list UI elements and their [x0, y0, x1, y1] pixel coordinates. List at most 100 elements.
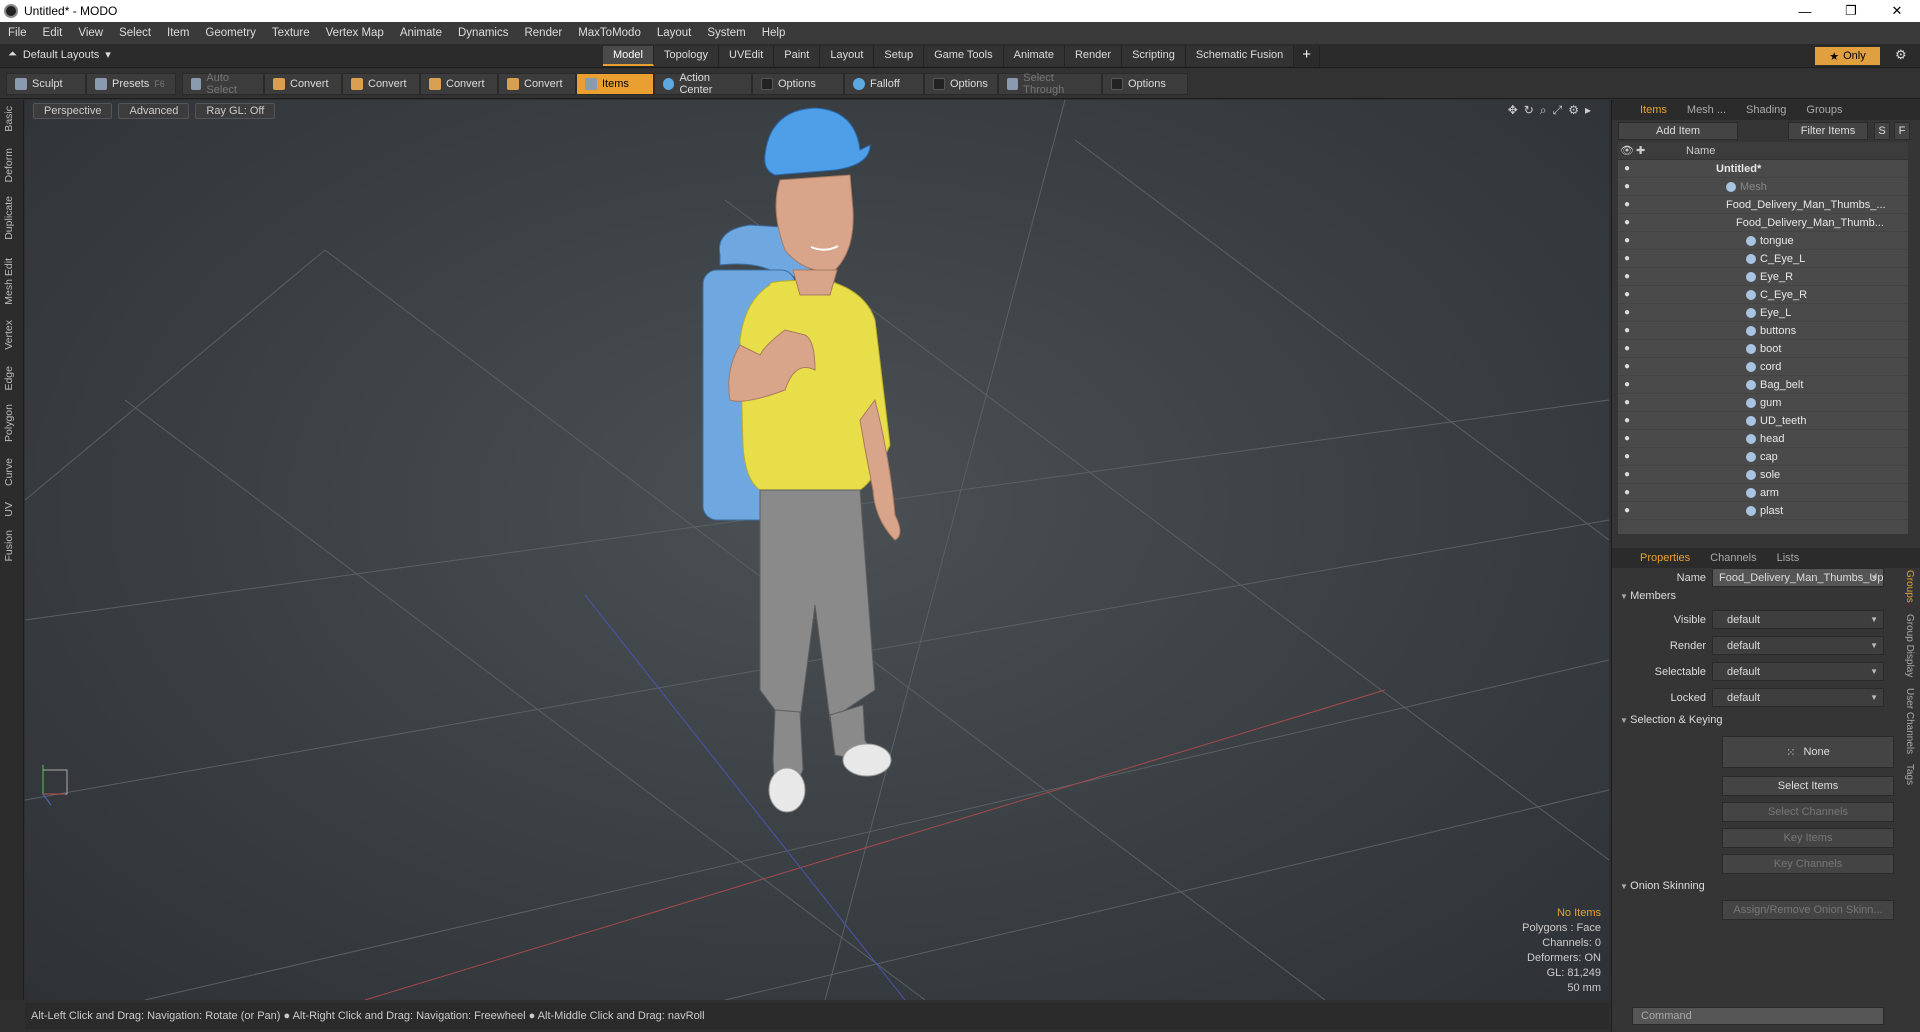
- tree-row-item[interactable]: ● arm: [1618, 484, 1908, 502]
- eye-icon[interactable]: ●: [1618, 433, 1636, 444]
- only-button[interactable]: ★ Only: [1815, 47, 1880, 65]
- select-channels-button[interactable]: Select Channels: [1722, 802, 1894, 822]
- menu-animate[interactable]: Animate: [392, 27, 450, 39]
- menu-help[interactable]: Help: [754, 27, 794, 39]
- convert-button-2[interactable]: Convert: [342, 72, 420, 95]
- auto-select-button[interactable]: Auto Select: [182, 72, 264, 96]
- eye-icon[interactable]: ●: [1618, 343, 1636, 354]
- tree-row-item[interactable]: ● buttons: [1618, 322, 1908, 340]
- tab-deform[interactable]: Deform: [3, 148, 15, 182]
- raygl-dropdown[interactable]: Ray GL: Off: [195, 103, 276, 119]
- eye-icon[interactable]: ●: [1618, 181, 1636, 192]
- menu-texture[interactable]: Texture: [264, 27, 318, 39]
- command-input[interactable]: Command: [1632, 1007, 1884, 1025]
- tab-properties[interactable]: Properties: [1630, 550, 1700, 566]
- tab-curve[interactable]: Curve: [3, 458, 15, 486]
- tab-animate[interactable]: Animate: [1003, 46, 1065, 66]
- s-button[interactable]: S: [1874, 122, 1890, 140]
- viewport-gear-icon[interactable]: ⚙: [1568, 103, 1579, 118]
- tab-uv[interactable]: UV: [3, 502, 15, 517]
- tree-row-item[interactable]: ● UD_teeth: [1618, 412, 1908, 430]
- assign-onion-button[interactable]: Assign/Remove Onion Skinn...: [1722, 900, 1894, 920]
- close-icon[interactable]: ✕: [1874, 0, 1920, 22]
- eye-icon[interactable]: ●: [1618, 451, 1636, 462]
- eye-icon[interactable]: ●: [1618, 361, 1636, 372]
- 3d-viewport[interactable]: Perspective Advanced Ray GL: Off ✥ ↻ ⌕ ⤢…: [25, 100, 1609, 1000]
- gear-icon[interactable]: ⚙: [1895, 47, 1907, 63]
- convert-button-3[interactable]: Convert: [420, 72, 498, 95]
- tab-topology[interactable]: Topology: [653, 46, 720, 66]
- tree-row-item[interactable]: ● Bag_belt: [1618, 376, 1908, 394]
- add-item-button[interactable]: Add Item: [1618, 122, 1738, 140]
- fit-view-icon[interactable]: ⤢: [1553, 103, 1563, 118]
- menu-file[interactable]: File: [0, 27, 35, 39]
- tree-row-item[interactable]: ● tongue: [1618, 232, 1908, 250]
- side-tab-group-display[interactable]: Group Display: [1904, 614, 1915, 677]
- tab-scripting[interactable]: Scripting: [1122, 46, 1186, 66]
- eye-icon[interactable]: ●: [1618, 289, 1636, 300]
- tree-row-item[interactable]: ● Eye_L: [1618, 304, 1908, 322]
- tab-layout[interactable]: Layout: [820, 46, 875, 66]
- default-layouts-dropdown[interactable]: ⏶ Default Layouts ▾: [8, 48, 111, 61]
- side-tab-tags[interactable]: Tags: [1904, 764, 1915, 785]
- sculpt-button[interactable]: Sculpt: [6, 72, 86, 95]
- tree-row-item[interactable]: ● head: [1618, 430, 1908, 448]
- tree-row-item[interactable]: ● plast: [1618, 502, 1908, 520]
- tab-game-tools[interactable]: Game Tools: [924, 46, 1004, 66]
- move-view-icon[interactable]: ✥: [1508, 103, 1518, 118]
- eye-icon[interactable]: ●: [1618, 469, 1636, 480]
- f-button[interactable]: F: [1894, 122, 1910, 140]
- eye-icon[interactable]: ●: [1618, 307, 1636, 318]
- menu-edit[interactable]: Edit: [35, 27, 71, 39]
- eye-icon[interactable]: ●: [1618, 379, 1636, 390]
- select-through-button[interactable]: Select Through: [998, 72, 1102, 96]
- tree-row-item[interactable]: ● cap: [1618, 448, 1908, 466]
- tab-mesh-edit[interactable]: Mesh Edit: [3, 258, 15, 305]
- onion-skinning-section[interactable]: Onion Skinning: [1620, 880, 1705, 892]
- minimize-icon[interactable]: —: [1782, 0, 1828, 22]
- locked-dropdown[interactable]: default: [1712, 688, 1884, 707]
- eye-icon[interactable]: ●: [1618, 487, 1636, 498]
- tree-row-item[interactable]: ● boot: [1618, 340, 1908, 358]
- options-button-3[interactable]: Options: [1102, 72, 1188, 95]
- tab-channels[interactable]: Channels: [1700, 550, 1766, 566]
- rotate-view-icon[interactable]: ↻: [1524, 103, 1534, 118]
- tree-row-item[interactable]: ● cord: [1618, 358, 1908, 376]
- tree-row-subgroup[interactable]: ● Food_Delivery_Man_Thumb...: [1618, 214, 1908, 232]
- tab-mesh[interactable]: Mesh ...: [1677, 102, 1736, 118]
- tree-row-item[interactable]: ● C_Eye_L: [1618, 250, 1908, 268]
- tab-lists[interactable]: Lists: [1767, 550, 1810, 566]
- tab-schematic-fusion[interactable]: Schematic Fusion: [1185, 46, 1295, 66]
- viewport-menu-icon[interactable]: ▸: [1585, 103, 1591, 118]
- tree-row-scene[interactable]: ● Untitled*: [1618, 160, 1908, 178]
- menu-maxtomodo[interactable]: MaxToModo: [570, 27, 649, 39]
- menu-vertex-map[interactable]: Vertex Map: [318, 27, 392, 39]
- tab-paint[interactable]: Paint: [774, 46, 821, 66]
- perspective-dropdown[interactable]: Perspective: [33, 103, 113, 119]
- tree-row-item[interactable]: ● Eye_R: [1618, 268, 1908, 286]
- menu-geometry[interactable]: Geometry: [197, 27, 264, 39]
- selectable-dropdown[interactable]: default: [1712, 662, 1884, 681]
- tab-shading[interactable]: Shading: [1736, 102, 1796, 118]
- tab-groups[interactable]: Groups: [1796, 102, 1852, 118]
- visible-dropdown[interactable]: default: [1712, 610, 1884, 629]
- tab-model[interactable]: Model: [603, 46, 654, 66]
- tab-items[interactable]: Items: [1630, 102, 1677, 118]
- menu-item[interactable]: Item: [159, 27, 197, 39]
- action-center-button[interactable]: Action Center: [654, 72, 752, 96]
- menu-layout[interactable]: Layout: [649, 27, 700, 39]
- eye-icon[interactable]: ●: [1618, 271, 1636, 282]
- tree-row-item[interactable]: ● gum: [1618, 394, 1908, 412]
- options-button-1[interactable]: Options: [752, 72, 844, 95]
- none-button[interactable]: ⁙ None: [1722, 736, 1894, 768]
- delivery-man-model[interactable]: [702, 107, 901, 813]
- tab-setup[interactable]: Setup: [874, 46, 925, 66]
- tab-vertex[interactable]: Vertex: [3, 320, 15, 350]
- menu-view[interactable]: View: [70, 27, 111, 39]
- presets-button[interactable]: Presets F6: [86, 72, 176, 95]
- tree-row-item[interactable]: ● sole: [1618, 466, 1908, 484]
- zoom-view-icon[interactable]: ⌕: [1540, 103, 1547, 118]
- side-tab-groups[interactable]: Groups: [1904, 570, 1915, 603]
- eye-icon[interactable]: ●: [1618, 325, 1636, 336]
- eye-icon[interactable]: ●: [1618, 163, 1636, 174]
